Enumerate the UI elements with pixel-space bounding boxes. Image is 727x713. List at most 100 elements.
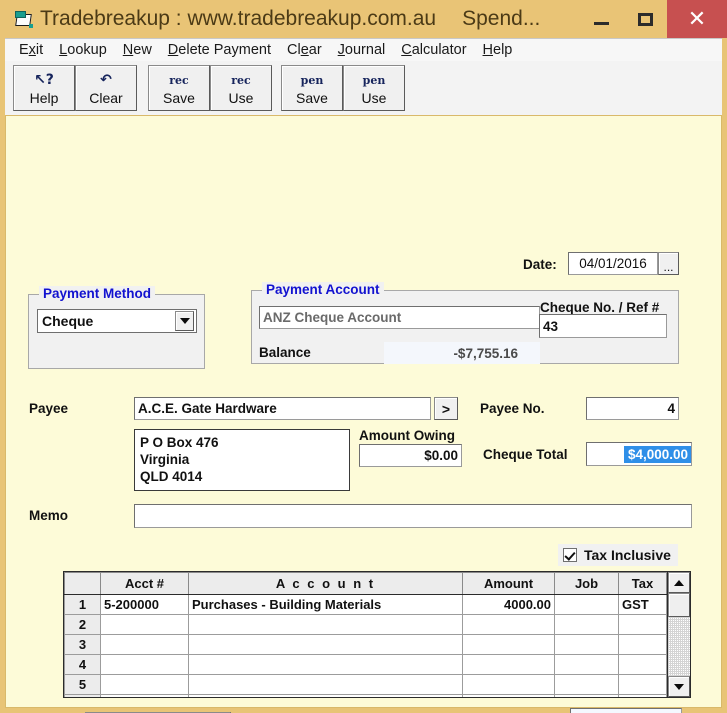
grid-header-tax[interactable]: Tax bbox=[618, 572, 667, 595]
grid-cell-amount[interactable] bbox=[462, 674, 555, 695]
grid-cell-acct[interactable] bbox=[100, 694, 189, 697]
grid-cell-acct[interactable] bbox=[100, 654, 189, 675]
payee-address-line: QLD 4014 bbox=[140, 469, 203, 484]
grid-cell-job[interactable] bbox=[554, 594, 619, 615]
toolbar-button-pen-save[interactable]: pen Save bbox=[281, 65, 343, 111]
toolbar-button-label: Save bbox=[163, 89, 195, 106]
payee-address-line: P O Box 476 bbox=[140, 435, 219, 450]
table-row[interactable]: 1 5-200000 Purchases - Building Materials 4… bbox=[64, 594, 667, 615]
payment-account-name-input[interactable]: ANZ Cheque Account bbox=[259, 306, 540, 329]
payee-input[interactable]: A.C.E. Gate Hardware bbox=[134, 397, 431, 420]
menu-item-journal[interactable]: Journal bbox=[330, 42, 394, 58]
toolbar: ↖? Help ↶ Clear rec Save rec Use pen Save pen Use bbox=[5, 61, 722, 115]
date-picker-button[interactable]: ... bbox=[658, 252, 679, 275]
grid-cell-tax[interactable] bbox=[618, 634, 667, 655]
payment-method-group: Payment Method Cheque bbox=[28, 286, 205, 369]
table-row[interactable]: 5 bbox=[64, 674, 667, 695]
tax-inclusive-checkbox[interactable]: Tax Inclusive bbox=[558, 544, 678, 566]
scroll-down-button[interactable] bbox=[668, 676, 690, 697]
chevron-down-icon[interactable] bbox=[175, 311, 194, 331]
menu-item-clear[interactable]: Clear bbox=[279, 42, 330, 58]
total-allocated-row: Total Allocated $4,000.00 bbox=[467, 708, 682, 713]
grid-cell-tax[interactable] bbox=[618, 614, 667, 635]
grid-cell-acct[interactable]: 5-200000 bbox=[100, 594, 189, 615]
grid-cell-account[interactable]: Purchases - Building Materials bbox=[188, 594, 463, 615]
grid-cell-tax[interactable]: GST bbox=[618, 594, 667, 615]
scrollbar-track[interactable] bbox=[668, 617, 690, 676]
menu-item-calculator[interactable]: Calculator bbox=[393, 42, 474, 58]
tax-inclusive-label: Tax Inclusive bbox=[584, 547, 671, 563]
grid-cell-job[interactable] bbox=[554, 614, 619, 635]
toolbar-button-pen-use[interactable]: pen Use bbox=[343, 65, 405, 111]
help-cursor-icon: ↖? bbox=[34, 72, 54, 88]
window-controls: ✕ bbox=[579, 0, 727, 38]
table-body: 1 5-200000 Purchases - Building Materials 4… bbox=[64, 594, 667, 697]
allocation-grid-body: Acct # A c c o u n t Amount Job Tax 1 5-20000… bbox=[64, 572, 667, 697]
grid-cell-job[interactable] bbox=[554, 654, 619, 675]
toolbar-button-rec-save[interactable]: rec Save bbox=[148, 65, 210, 111]
cheque-no-input[interactable]: 43 bbox=[539, 314, 667, 338]
menu-item-help[interactable]: Help bbox=[475, 42, 521, 58]
scroll-up-button[interactable] bbox=[668, 572, 690, 593]
grid-cell-tax[interactable] bbox=[618, 674, 667, 695]
payee-address-textarea[interactable]: P O Box 476 Virginia QLD 4014 bbox=[134, 429, 350, 491]
grid-cell-amount[interactable] bbox=[462, 694, 555, 697]
grid-cell-acct[interactable] bbox=[100, 614, 189, 635]
table-row[interactable]: 3 bbox=[64, 634, 667, 655]
allocation-grid: Acct # A c c o u n t Amount Job Tax 1 5-20000… bbox=[63, 571, 691, 698]
grid-header-job[interactable]: Job bbox=[554, 572, 619, 595]
undo-arrow-icon: ↶ bbox=[100, 72, 112, 88]
grid-cell-account[interactable] bbox=[188, 694, 463, 697]
grid-row-number: 5 bbox=[64, 674, 101, 695]
grid-cell-amount[interactable] bbox=[462, 654, 555, 675]
maximize-icon bbox=[637, 12, 653, 26]
grid-cell-job[interactable] bbox=[554, 674, 619, 695]
grid-cell-acct[interactable] bbox=[100, 674, 189, 695]
toolbar-button-undo-arrow-clear[interactable]: ↶ Clear bbox=[75, 65, 137, 111]
grid-cell-account[interactable] bbox=[188, 634, 463, 655]
table-row[interactable]: 6 bbox=[64, 694, 667, 697]
grid-cell-tax[interactable] bbox=[618, 654, 667, 675]
grid-cell-account[interactable] bbox=[188, 614, 463, 635]
maximize-button[interactable] bbox=[623, 0, 667, 38]
grid-corner-header[interactable] bbox=[64, 572, 101, 595]
menu-item-lookup[interactable]: Lookup bbox=[51, 42, 115, 58]
payment-form: Date: 04/01/2016 ... Payment Method Cheq… bbox=[5, 115, 722, 713]
grid-cell-amount[interactable] bbox=[462, 614, 555, 635]
toolbar-button-help-cursor-help[interactable]: ↖? Help bbox=[13, 65, 75, 111]
memo-input[interactable] bbox=[134, 504, 692, 528]
cheque-total-input[interactable]: $4,000.00 bbox=[586, 442, 692, 466]
menu-item-exit[interactable]: Exit bbox=[11, 42, 51, 58]
grid-cell-account[interactable] bbox=[188, 674, 463, 695]
grid-vertical-scrollbar[interactable] bbox=[667, 572, 690, 697]
payee-lookup-button[interactable]: > bbox=[434, 397, 458, 420]
payee-no-input[interactable]: 4 bbox=[586, 397, 679, 420]
table-row[interactable]: 4 bbox=[64, 654, 667, 675]
minimize-button[interactable] bbox=[579, 0, 623, 38]
menu-item-new[interactable]: New bbox=[115, 42, 160, 58]
document-icon bbox=[14, 11, 33, 28]
grid-cell-amount[interactable]: 4000.00 bbox=[462, 594, 555, 615]
close-button[interactable]: ✕ bbox=[667, 0, 727, 38]
close-icon: ✕ bbox=[687, 6, 707, 31]
toolbar-button-rec-use[interactable]: rec Use bbox=[210, 65, 272, 111]
allocation-table-head: Acct # A c c o u n t Amount Job Tax bbox=[64, 572, 667, 595]
amount-owing-label: Amount Owing bbox=[359, 428, 455, 443]
grid-cell-acct[interactable] bbox=[100, 634, 189, 655]
scrollbar-thumb[interactable] bbox=[668, 593, 690, 617]
grid-header-account[interactable]: A c c o u n t bbox=[188, 572, 463, 595]
payee-address-line: Virginia bbox=[140, 452, 190, 467]
grid-header-amount[interactable]: Amount bbox=[462, 572, 555, 595]
grid-cell-job[interactable] bbox=[554, 694, 619, 697]
menu-item-delete-payment[interactable]: Delete Payment bbox=[160, 42, 279, 58]
table-row[interactable]: 2 bbox=[64, 614, 667, 635]
grid-header-acct[interactable]: Acct # bbox=[100, 572, 189, 595]
grid-row-number: 3 bbox=[64, 634, 101, 655]
date-input[interactable]: 04/01/2016 bbox=[568, 252, 658, 275]
grid-cell-tax[interactable] bbox=[618, 694, 667, 697]
amount-owing-input[interactable]: $0.00 bbox=[359, 444, 462, 467]
grid-cell-amount[interactable] bbox=[462, 634, 555, 655]
grid-cell-job[interactable] bbox=[554, 634, 619, 655]
payment-method-select[interactable]: Cheque bbox=[37, 309, 197, 333]
grid-cell-account[interactable] bbox=[188, 654, 463, 675]
